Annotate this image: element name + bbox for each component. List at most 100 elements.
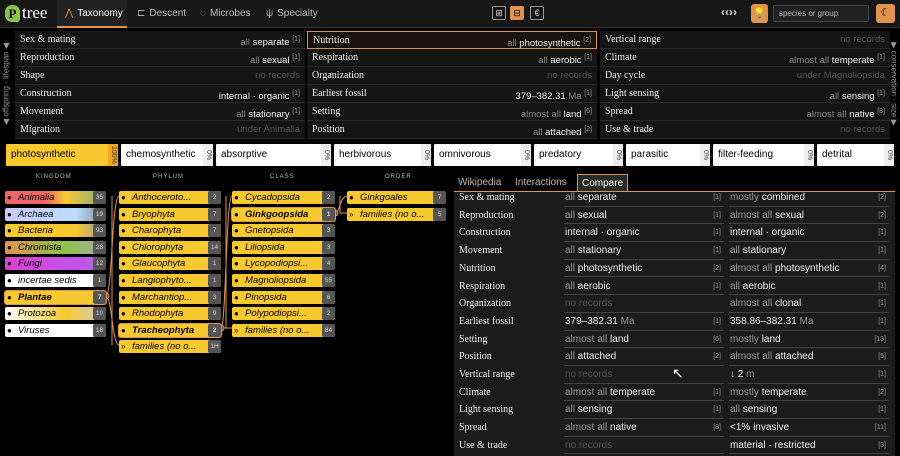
tree-node[interactable]: ● Langiophyto... 1 bbox=[119, 274, 221, 287]
tree-node[interactable]: ● incertae sedis 1 bbox=[5, 274, 106, 287]
compare-trait-name: Organization bbox=[459, 298, 512, 310]
tab-taxonomy[interactable]: ⋀ Taxonomy bbox=[57, 0, 127, 28]
trait-row[interactable]: Vertical range no records bbox=[600, 31, 890, 49]
trait-row[interactable]: Setting almost all land [6] bbox=[307, 103, 597, 121]
tab-compare[interactable]: Compare bbox=[577, 174, 629, 191]
tree-node-count: 7 bbox=[93, 290, 106, 304]
trait-value-text: sexual bbox=[262, 55, 290, 67]
tree-node[interactable]: ● Protozoa 10 bbox=[5, 307, 106, 321]
chip-label: chemosynthetic bbox=[126, 149, 196, 160]
filter-chip-parasitic[interactable]: parasitic 0% bbox=[626, 144, 710, 166]
left-side-panel-toggle[interactable]: ◀ offspring · lifespan ◀ bbox=[0, 32, 12, 136]
tree-node[interactable]: ● Liliopsida 3 bbox=[232, 240, 335, 254]
tree-node[interactable]: ● Archaea 19 bbox=[5, 207, 106, 221]
filter-chip-chemosynthetic[interactable]: chemosynthetic 0% bbox=[121, 144, 213, 166]
trait-name: Light sensing bbox=[605, 88, 660, 99]
tree-node[interactable]: » families (no o... 84 bbox=[232, 323, 335, 337]
tree-node[interactable]: ● Lycopodiopsi... 4 bbox=[232, 257, 335, 271]
compare-reference-count: [2] bbox=[713, 264, 721, 272]
tree-node-count: 7 bbox=[208, 207, 221, 221]
grid-view-button[interactable]: ⊞ bbox=[492, 6, 506, 20]
filter-chip-photosynthetic[interactable]: photosynthetic 100% bbox=[6, 144, 118, 166]
tree-node[interactable]: ● Gnetopsida 3 bbox=[232, 224, 335, 238]
tree-node[interactable]: ● Chromista 28 bbox=[5, 240, 106, 254]
tab-wikipedia[interactable]: Wikipedia bbox=[454, 174, 505, 191]
tree-node[interactable]: ● Bryophyta 7 bbox=[119, 207, 221, 221]
filter-chip-filter-feeding[interactable]: filter-feeding 0% bbox=[713, 144, 814, 166]
filter-chip-omnivorous[interactable]: omnivorous 0% bbox=[434, 144, 531, 166]
lightbulb-icon[interactable]: 💡 bbox=[751, 4, 768, 23]
trait-row[interactable]: Construction internal · organic [1] bbox=[15, 85, 305, 103]
trait-row[interactable]: Reproduction all sexual [1] bbox=[15, 49, 305, 67]
currency-view-button[interactable]: € bbox=[530, 6, 544, 20]
organism-icon: ● bbox=[121, 259, 126, 269]
tab-descent[interactable]: ⊏ Descent bbox=[137, 0, 186, 28]
split-view-button[interactable]: ⊟ bbox=[510, 6, 524, 20]
tree-node[interactable]: ● Marchantiop... 3 bbox=[119, 290, 221, 304]
trait-row[interactable]: Movement all stationary [1] bbox=[15, 103, 305, 121]
trait-row[interactable]: Spread almost all native [8] bbox=[600, 103, 890, 121]
tree-node[interactable]: ● Plantae 7 bbox=[5, 290, 106, 304]
chip-label: predatory bbox=[539, 149, 582, 160]
tree-node[interactable]: » families (no o... 1H bbox=[119, 340, 221, 354]
filter-chip-predatory[interactable]: predatory 0% bbox=[534, 144, 623, 166]
tree-node[interactable]: ● Cycadopsida 2 bbox=[232, 191, 335, 204]
trait-value-text: sensing bbox=[841, 91, 875, 103]
compare-cell-left: all sensing [1] bbox=[564, 401, 724, 420]
tree-node-label: Magnoliopsida bbox=[245, 275, 307, 286]
tree-node[interactable]: ● Viruses 18 bbox=[5, 323, 106, 337]
tab-specialty[interactable]: ψ Specialty bbox=[266, 0, 318, 28]
trait-row[interactable]: Respiration all aerobic [1] bbox=[307, 49, 597, 67]
tree-node[interactable]: ● Rhodophyta 9 bbox=[119, 307, 221, 321]
tree-node[interactable]: ● Ginkgoales 7 bbox=[347, 191, 446, 204]
trait-row[interactable]: Position all attached [2] bbox=[307, 121, 597, 139]
tree-node-count: 2 bbox=[322, 307, 335, 321]
search-input[interactable]: species or group bbox=[773, 5, 869, 22]
trait-row[interactable]: Sex & mating all separate [1] bbox=[15, 31, 305, 49]
trait-row[interactable]: Day cycle under Magnoliopsida bbox=[600, 67, 890, 85]
trait-reference-count: [6] bbox=[584, 108, 592, 115]
tree-node-label: Langiophyto... bbox=[132, 275, 192, 286]
tree-node-count: 5 bbox=[433, 207, 446, 221]
app-logo[interactable]: Ptree bbox=[5, 3, 47, 23]
tree-node[interactable]: ● Glaucophyta 1 bbox=[119, 257, 221, 271]
trait-row[interactable]: Light sensing all sensing [1] bbox=[600, 85, 890, 103]
mouse-cursor-icon: ↖ bbox=[672, 365, 684, 381]
tree-node[interactable]: ● Ginkgoopsida 1 bbox=[232, 207, 335, 221]
filter-chip-absorptive[interactable]: absorptive 0% bbox=[216, 144, 331, 166]
tree-node[interactable]: ● Anthoceroto... 2 bbox=[119, 191, 221, 204]
trait-row[interactable]: Shape no records bbox=[15, 67, 305, 85]
organism-icon: ● bbox=[7, 276, 12, 285]
tree-node[interactable]: ● Fungi 12 bbox=[5, 257, 106, 271]
compare-reference-count: [2] bbox=[878, 194, 886, 201]
organism-icon: ● bbox=[7, 193, 12, 202]
tree-node[interactable]: ● Pinopsida 6 bbox=[232, 290, 335, 304]
trait-row[interactable]: Organization no records bbox=[307, 67, 597, 85]
trait-row[interactable]: Climate almost all temperate [1] bbox=[600, 49, 890, 67]
trait-row[interactable]: Nutrition all photosynthetic [2] bbox=[307, 31, 597, 49]
tree-node[interactable]: ● Bacteria 93 bbox=[5, 224, 106, 238]
compare-reference-count: [11] bbox=[874, 424, 886, 432]
tree-node[interactable]: ● Charophyta 7 bbox=[119, 224, 221, 238]
tree-node-count: 19 bbox=[93, 207, 106, 221]
trait-row[interactable]: Migration under Animalia bbox=[15, 121, 305, 139]
trait-row[interactable]: Use & trade no records bbox=[600, 121, 890, 139]
theme-toggle-moon-icon[interactable]: ☾ bbox=[876, 4, 895, 23]
filter-chip-herbivorous[interactable]: herbivorous 0% bbox=[334, 144, 431, 166]
tab-microbes[interactable]: ◌ Microbes bbox=[200, 0, 251, 28]
quote-icon[interactable]: ‹‹›› bbox=[721, 5, 737, 19]
trait-row[interactable]: Earliest fossil 379–382.31 Ma [1] bbox=[307, 85, 597, 103]
trait-qualifier: almost all bbox=[806, 109, 847, 121]
tree-node-count: 3 bbox=[322, 224, 335, 238]
filter-chip-detrital[interactable]: detrital 0% bbox=[817, 144, 894, 166]
tree-node[interactable]: ● Polypodiopsi... 2 bbox=[232, 307, 335, 321]
tree-node[interactable]: ● Tracheophyta 2 bbox=[119, 323, 221, 337]
tab-interactions[interactable]: Interactions bbox=[511, 174, 571, 191]
tree-node[interactable]: ● Chlorophyta 14 bbox=[119, 240, 221, 254]
chip-percent: 0% bbox=[700, 144, 710, 166]
tree-node[interactable]: » families (no o... 5 bbox=[347, 207, 446, 221]
tree-node[interactable]: ● Animalia 35 bbox=[5, 191, 106, 204]
organism-icon: ● bbox=[234, 276, 239, 285]
tree-node[interactable]: ● Magnoliopsida 55 bbox=[232, 274, 335, 287]
compare-cell-right: mostly temperate [2] bbox=[729, 384, 889, 402]
